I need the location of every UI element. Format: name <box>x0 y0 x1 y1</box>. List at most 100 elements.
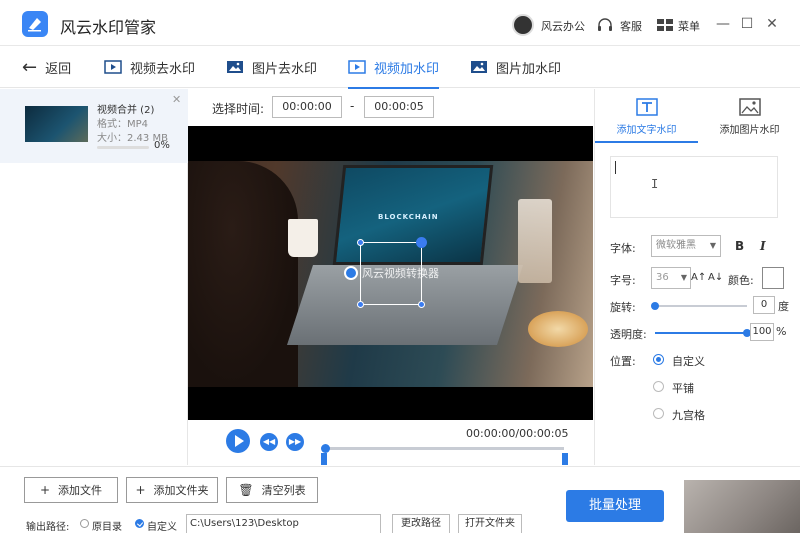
playback-controls: ◀◀ ▶▶ 00:00:00/00:00:05 <box>188 420 593 465</box>
add-file-button[interactable]: + 添加文件 <box>24 477 118 503</box>
list-item[interactable]: 视频合并 (2) 格式：MP4 大小：2.43 MB 0% ✕ <box>0 89 188 163</box>
rotate-label: 旋转: <box>610 301 636 314</box>
watermark-text-input[interactable]: I <box>610 156 778 218</box>
rotate-handle[interactable] <box>416 237 427 248</box>
output-radio-original[interactable] <box>80 519 89 528</box>
file-list: 视频合并 (2) 格式：MP4 大小：2.43 MB 0% ✕ <box>0 89 188 465</box>
font-select-value: 微软雅黑 <box>656 240 696 251</box>
add-folder-button[interactable]: + 添加文件夹 <box>126 477 218 503</box>
output-path-input[interactable]: C:\Users\123\Desktop <box>186 514 381 533</box>
tab-image-remove-watermark[interactable]: 图片去水印 <box>226 46 317 88</box>
back-label: 返回 <box>45 61 72 77</box>
video-preview[interactable]: BLOCKCHAIN 风云视频转换器 <box>188 126 593 420</box>
time-select-label: 选择时间: <box>212 102 265 116</box>
tab-label: 添加图片水印 <box>719 125 780 136</box>
opacity-unit: % <box>776 325 787 338</box>
font-select[interactable]: 微软雅黑 ▼ <box>651 235 721 257</box>
menu-icon[interactable] <box>657 19 673 31</box>
tab-image-add-watermark[interactable]: 图片加水印 <box>470 46 561 88</box>
start-time-input[interactable]: 00:00:00 <box>272 96 342 118</box>
video-icon <box>104 60 122 74</box>
close-icon[interactable]: ✕ <box>172 93 181 106</box>
tab-text-watermark[interactable]: 添加文字水印 <box>595 89 698 143</box>
rotate-slider[interactable] <box>651 302 747 310</box>
file-progress-label: 0% <box>154 140 170 151</box>
tab-label: 图片加水印 <box>496 61 562 77</box>
avatar[interactable] <box>512 14 534 36</box>
timeline-knob[interactable] <box>321 444 330 453</box>
font-size-select[interactable]: 36 ▼ <box>651 267 691 289</box>
tab-video-add-watermark[interactable]: 视频加水印 <box>348 46 440 89</box>
tab-label: 视频去水印 <box>130 61 196 77</box>
trash-icon: 🗑 <box>238 483 254 497</box>
clear-list-button[interactable]: 🗑 清空列表 <box>226 477 318 503</box>
output-radio-custom[interactable] <box>135 519 144 528</box>
trim-end-handle[interactable] <box>562 453 568 465</box>
tab-video-remove-watermark[interactable]: 视频去水印 <box>104 46 195 88</box>
headset-icon[interactable] <box>597 18 613 32</box>
batch-process-button[interactable]: 批量处理 <box>566 490 664 522</box>
file-format: 格式：MP4 <box>97 119 149 130</box>
position-radio-grid[interactable] <box>653 408 664 419</box>
maximize-icon[interactable]: ☐ <box>740 17 754 31</box>
bold-button[interactable]: B <box>735 239 744 253</box>
output-option-custom: 自定义 <box>147 522 177 533</box>
close-icon[interactable]: ✕ <box>765 17 779 31</box>
trim-start-handle[interactable] <box>321 453 327 465</box>
minimize-icon[interactable]: — <box>716 17 730 31</box>
text-watermark-icon <box>635 98 658 116</box>
end-time-input[interactable]: 00:00:05 <box>364 96 434 118</box>
rotate-input[interactable]: 0 <box>753 296 775 314</box>
nav-bar: ← 返回 视频去水印 图片去水印 视频加水印 图片加水印 <box>0 46 800 89</box>
resize-handle[interactable] <box>357 301 364 308</box>
add-file-label: 添加文件 <box>58 484 103 497</box>
kefu-button[interactable]: 客服 <box>620 18 642 34</box>
position-radio-custom[interactable] <box>653 354 664 365</box>
increase-font-button[interactable]: A↑ <box>691 272 706 283</box>
open-folder-button[interactable]: 打开文件夹 <box>458 514 522 533</box>
file-name: 视频合并 (2) <box>97 105 155 116</box>
color-picker[interactable] <box>762 267 784 289</box>
add-folder-label: 添加文件夹 <box>153 484 209 497</box>
italic-button[interactable]: I <box>760 239 766 253</box>
video-cup <box>288 219 318 257</box>
rewind-button[interactable]: ◀◀ <box>260 433 278 451</box>
user-name[interactable]: 风云办公 <box>541 18 585 34</box>
watermark-selection-box[interactable] <box>357 237 427 308</box>
position-radio-tile[interactable] <box>653 381 664 392</box>
resize-handle[interactable] <box>418 301 425 308</box>
menu-button[interactable]: 菜单 <box>678 18 700 34</box>
position-option-label: 自定义 <box>672 355 705 368</box>
change-path-button[interactable]: 更改路径 <box>392 514 450 533</box>
output-option-original: 原目录 <box>92 522 122 533</box>
tab-label: 视频加水印 <box>374 61 440 77</box>
fast-forward-button[interactable]: ▶▶ <box>286 433 304 451</box>
slider-knob[interactable] <box>651 302 659 310</box>
tab-image-watermark[interactable]: 添加图片水印 <box>698 89 800 143</box>
resize-handle[interactable] <box>357 239 364 246</box>
position-option-label: 九宫格 <box>672 409 705 422</box>
ibeam-cursor-icon: I <box>651 177 659 191</box>
slider-fill <box>655 332 747 334</box>
font-size-value: 36 <box>656 272 669 283</box>
decrease-font-button[interactable]: A↓ <box>708 272 723 283</box>
watermark-logo-icon <box>344 266 358 280</box>
image-icon <box>227 61 243 73</box>
screen-text: BLOCKCHAIN <box>378 213 439 221</box>
title-bar: 风云水印管家 风云办公 客服 菜单 — ☐ ✕ <box>0 0 800 46</box>
video-frame: BLOCKCHAIN 风云视频转换器 <box>188 161 593 387</box>
back-button[interactable]: ← 返回 <box>22 56 72 78</box>
image-icon <box>471 61 487 73</box>
corner-thumbnail <box>684 480 800 533</box>
plus-icon: + <box>39 483 51 497</box>
plus-icon: + <box>135 483 146 497</box>
timeline-slider[interactable] <box>321 444 564 453</box>
opacity-input[interactable]: 100 <box>750 323 774 341</box>
back-arrow-icon: ← <box>22 56 38 78</box>
opacity-slider[interactable] <box>655 329 751 337</box>
bottom-bar: + 添加文件 + 添加文件夹 🗑 清空列表 输出路径: 原目录 自定义 C:\U… <box>0 466 800 533</box>
watermark-settings-panel: 添加文字水印 添加图片水印 I 字体: 微软雅黑 ▼ B I 字号: 36 ▼ … <box>594 89 800 465</box>
text-caret <box>615 161 616 174</box>
video-icon <box>348 60 366 74</box>
play-button[interactable] <box>226 429 250 453</box>
